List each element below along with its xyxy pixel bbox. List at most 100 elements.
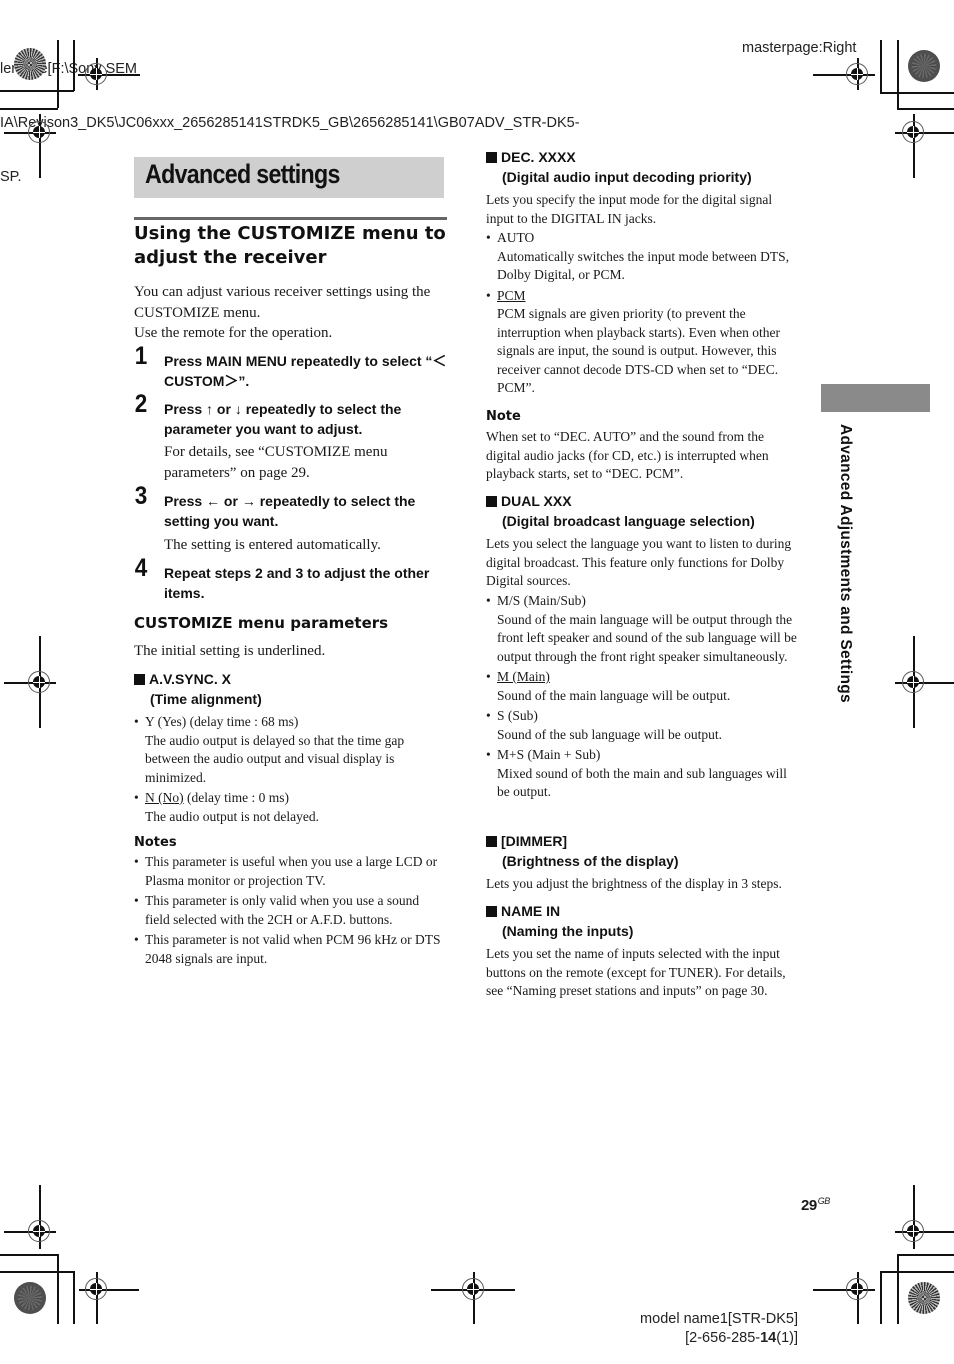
param-heading-dimmer: [DIMMER] (Brightness of the display) (486, 832, 806, 871)
crop-mark (57, 40, 59, 108)
intro-paragraph: Use the remote for the operation. (134, 325, 333, 341)
avsync-options: Y (Yes) (delay time : 68 ms) The audio ou… (134, 713, 446, 828)
section-rule (134, 217, 447, 220)
dual-intro: Lets you select the language you want to… (486, 536, 792, 588)
note-item: This parameter is useful when you use a … (134, 853, 446, 890)
step-detail: The setting is entered automatically. (164, 537, 381, 553)
option-text: The audio output is not delayed. (145, 808, 319, 824)
side-tab-label: Advanced Adjustments and Settings (837, 424, 854, 703)
color-target-icon (14, 48, 46, 80)
step-number: 2 (134, 390, 148, 418)
square-bullet-icon (134, 674, 145, 685)
masterpage-label: masterpage:Right (742, 40, 857, 56)
option-label-default: M (Main) (497, 669, 550, 684)
square-bullet-icon (486, 906, 497, 917)
dec-options: AUTO Automatically switches the input mod… (486, 229, 801, 400)
option-label: AUTO (497, 230, 535, 245)
option-label: S (Sub) (497, 708, 538, 723)
step-instruction: Repeat steps 2 and 3 to adjust the other… (164, 565, 430, 601)
param-description: (Digital broadcast language selection) (502, 512, 755, 529)
option-text: Sound of the main language will be outpu… (497, 687, 731, 703)
note-item: This parameter is not valid when PCM 96 … (134, 931, 446, 968)
crop-mark (880, 40, 882, 93)
crop-mark (880, 1271, 954, 1273)
option-text: The audio output is delayed so that the … (145, 732, 405, 785)
option-item: Y (Yes) (delay time : 68 ms) The audio ou… (134, 713, 446, 787)
square-bullet-icon (486, 836, 497, 847)
crop-mark (897, 1254, 899, 1324)
option-text: Sound of the main language will be outpu… (497, 611, 797, 664)
option-item: S (Sub) Sound of the sub language will be… (486, 707, 801, 744)
step-instruction: Press ↑ or ↓ repeatedly to select the pa… (164, 401, 402, 437)
page-number-value: 29 (801, 1197, 817, 1214)
param-heading-name-in: NAME IN (Naming the inputs) (486, 902, 806, 941)
note-label: Note (486, 409, 521, 424)
option-item: M+S (Main + Sub) Mixed sound of both the … (486, 746, 801, 802)
crop-mark (897, 1254, 954, 1256)
option-text: Mixed sound of both the main and sub lan… (497, 765, 787, 800)
option-text: Automatically switches the input mode be… (497, 248, 790, 283)
option-item: M/S (Main/Sub) Sound of the main language… (486, 592, 801, 666)
step-number: 3 (134, 482, 148, 510)
page-title-box: Advanced settings (134, 157, 444, 198)
param-name: NAME IN (501, 903, 561, 919)
name-in-intro: Lets you set the name of inputs selected… (486, 946, 786, 998)
option-label: M+S (Main + Sub) (497, 747, 601, 762)
param-description: (Time alignment) (150, 690, 262, 707)
crop-mark (0, 108, 58, 110)
step-instruction: Press ← or → repeatedly to select the se… (164, 493, 416, 529)
crop-mark (897, 40, 899, 109)
param-description: (Naming the inputs) (502, 922, 634, 939)
model-line: [2-656-285-14(1)] (640, 1329, 798, 1348)
color-target-icon (14, 1282, 46, 1314)
model-code-suffix: (1)] (776, 1330, 798, 1346)
model-code-bold: 14 (760, 1330, 777, 1346)
page-title: Advanced settings (145, 159, 340, 189)
crop-mark (73, 40, 75, 91)
option-text: PCM signals are given priority (to preve… (497, 306, 781, 395)
step-detail: For details, see “CUSTOMIZE menu paramet… (164, 444, 388, 481)
color-target-icon (908, 50, 940, 82)
param-name: DUAL XXX (501, 493, 572, 509)
param-name: DEC. XXXX (501, 149, 576, 165)
option-item: AUTO Automatically switches the input mod… (486, 229, 801, 285)
model-name: model name1[STR-DK5] [2-656-285-14(1)] (640, 1310, 798, 1348)
side-tab-bar (821, 384, 930, 412)
color-target-icon (908, 1282, 940, 1314)
params-heading: CUSTOMIZE menu parameters (134, 614, 389, 632)
square-bullet-icon (486, 496, 497, 507)
param-heading-avsync: A.V.SYNC. X (Time alignment) (134, 670, 444, 709)
note-item: This parameter is only valid when you us… (134, 892, 446, 929)
crop-mark (57, 1254, 59, 1324)
notes-label: Notes (134, 835, 177, 850)
param-heading-dual: DUAL XXX (Digital broadcast language sel… (486, 492, 806, 531)
crop-mark (73, 1271, 75, 1324)
param-heading-dec: DEC. XXXX (Digital audio input decoding … (486, 148, 806, 187)
option-item: PCM PCM signals are given priority (to pr… (486, 287, 801, 398)
intro-text: You can adjust various receiver settings… (134, 282, 449, 344)
option-label-default: PCM (497, 287, 526, 303)
option-extra: (delay time : 68 ms) (186, 714, 299, 729)
param-name: A.V.SYNC. X (149, 671, 231, 687)
option-item: N (No) (delay time : 0 ms) The audio outp… (134, 789, 446, 826)
param-description: (Digital audio input decoding priority) (502, 168, 752, 185)
crop-mark (0, 1271, 74, 1273)
intro-paragraph: You can adjust various receiver settings… (134, 284, 431, 321)
crop-mark (880, 92, 954, 94)
page-number-suffix: GB (817, 1196, 831, 1206)
param-name: [DIMMER] (501, 833, 568, 849)
model-code-prefix: [2-656-285- (685, 1330, 761, 1346)
dec-note: When set to “DEC. AUTO” and the sound fr… (486, 429, 769, 481)
crop-mark (0, 90, 74, 92)
option-label: Y (Yes) (145, 714, 187, 729)
notes-list: This parameter is useful when you use a … (134, 853, 446, 970)
option-label-default: N (No) (145, 790, 184, 805)
step-number: 4 (134, 554, 148, 582)
page-number: 29GB (801, 1196, 830, 1214)
option-item: M (Main) Sound of the main language will … (486, 668, 801, 705)
dual-options: M/S (Main/Sub) Sound of the main language… (486, 592, 801, 804)
model-line: model name1[STR-DK5] (640, 1311, 798, 1327)
square-bullet-icon (486, 152, 497, 163)
param-description: (Brightness of the display) (502, 852, 679, 869)
step-number: 1 (134, 342, 148, 370)
